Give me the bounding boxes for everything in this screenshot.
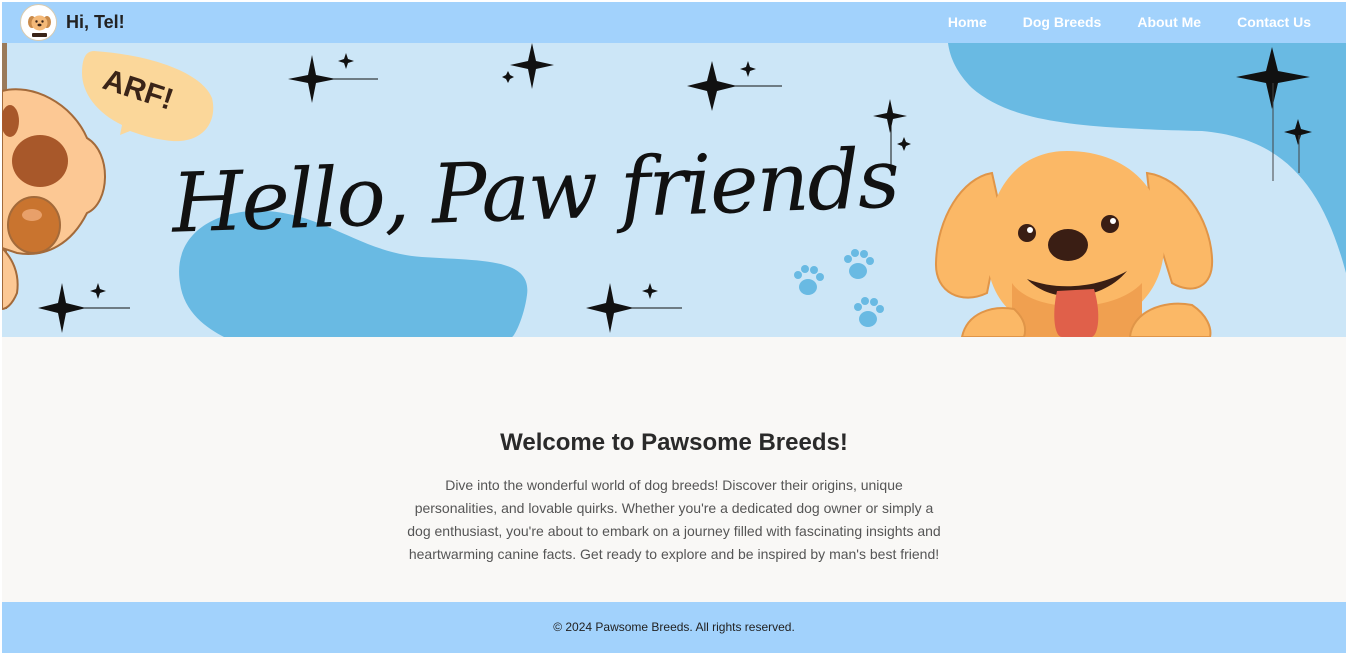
paw-print-icons [794,249,884,327]
hero-banner: ARF! Hello, Paw friends [2,43,1346,337]
main-content: Welcome to Pawsome Breeds! Dive into the… [2,337,1346,602]
nav-link-dog-breeds[interactable]: Dog Breeds [1023,14,1102,30]
footer: © 2024 Pawsome Breeds. All rights reserv… [2,602,1346,653]
greeting-text: Hi, Tel! [66,12,125,32]
nav-links: Home Dog Breeds About Me Contact Us [948,14,1311,30]
right-happy-dog-illustration [934,151,1214,337]
nav-link-home[interactable]: Home [948,14,987,30]
banner-heading-text: Hello, Paw friends [168,132,899,252]
nav-link-about-me[interactable]: About Me [1137,14,1201,30]
navbar: Hi, Tel! Home Dog Breeds About Me Contac… [2,2,1346,43]
nav-link-contact-us[interactable]: Contact Us [1237,14,1311,30]
welcome-title: Welcome to Pawsome Breeds! [500,429,848,456]
welcome-description: Dive into the wonderful world of dog bre… [407,477,941,562]
footer-copyright: © 2024 Pawsome Breeds. All rights reserv… [553,620,795,634]
speech-bubble-illustration: ARF! [82,51,214,142]
dog-face-logo-icon[interactable] [20,4,57,41]
page-frame: Hi, Tel! Home Dog Breeds About Me Contac… [2,2,1346,653]
hero-banner-illustration: ARF! Hello, Paw friends [2,43,1346,337]
